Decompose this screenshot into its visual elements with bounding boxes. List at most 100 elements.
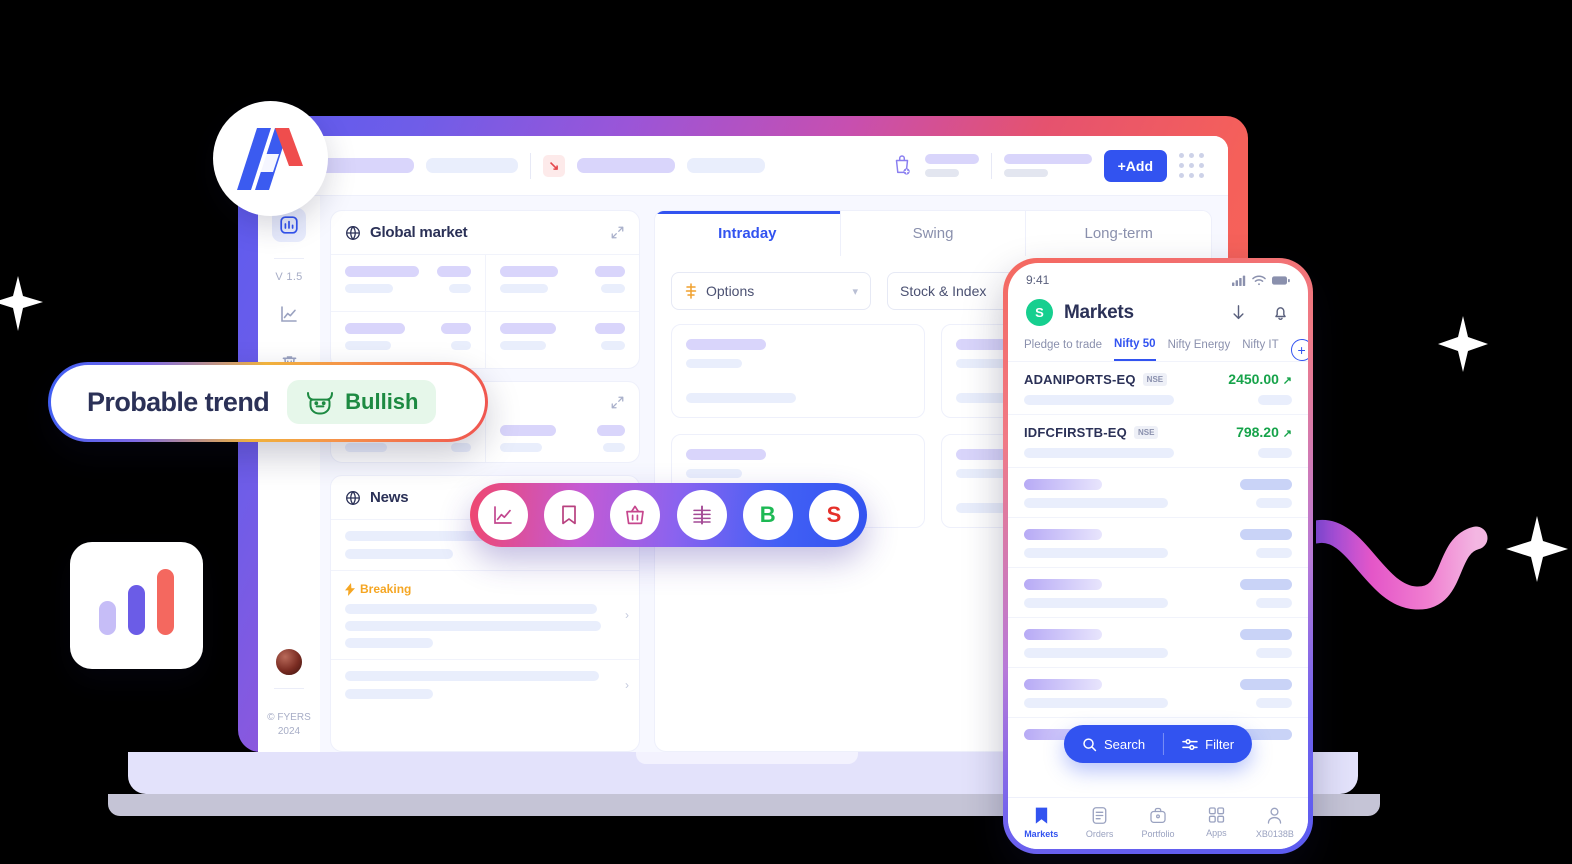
- tabbar-item-markets[interactable]: Markets: [1012, 806, 1070, 839]
- breaking-label: Breaking: [360, 582, 412, 596]
- version-label: V 1.5: [275, 271, 303, 283]
- grid-dots-icon[interactable]: [1179, 153, 1204, 178]
- hero-illustration: ↗ ↘: [0, 0, 1572, 864]
- list-item[interactable]: Breaking ›: [331, 570, 639, 659]
- filter-button[interactable]: Filter: [1164, 737, 1252, 752]
- table-row: [331, 254, 639, 311]
- download-arrow-icon[interactable]: [1229, 303, 1248, 322]
- brand-logo-badge: [213, 101, 328, 216]
- sidebar-footer: © FYERS 2024: [258, 648, 320, 738]
- toolbar-skeleton-2: [426, 158, 518, 173]
- bull-icon: [307, 391, 334, 414]
- phone-watchlist-tabs: Pledge to trade Nifty 50 Nifty Energy Ni…: [1008, 338, 1308, 361]
- toolbar-divider-2: [990, 152, 992, 179]
- tab-nifty-it[interactable]: Nifty IT: [1242, 339, 1278, 360]
- sparkle-right-upper-icon: [1438, 316, 1488, 372]
- tab-pledge-to-trade[interactable]: Pledge to trade: [1024, 339, 1102, 360]
- laptop-base-notch: [636, 752, 858, 764]
- quick-actions-pill: B S: [470, 483, 867, 547]
- toolbar-skeleton-1: [316, 158, 414, 173]
- sidebar-divider: [274, 258, 304, 259]
- signal-icon: [1232, 275, 1246, 286]
- strategy-card[interactable]: [671, 324, 925, 418]
- account-badge[interactable]: S: [1026, 299, 1053, 326]
- tabbar-item-portfolio[interactable]: Portfolio: [1129, 806, 1187, 839]
- options-icon: [685, 283, 697, 299]
- sell-button[interactable]: S: [808, 490, 859, 540]
- toolbar-stat-2: [1003, 154, 1092, 177]
- price-value: 2450.00 ↗: [1228, 371, 1292, 387]
- phone-tabbar: Markets Orders Portfolio Apps XB0138B: [1008, 797, 1308, 849]
- wifi-icon: [1252, 275, 1266, 285]
- user-icon: [1268, 807, 1282, 824]
- bookmark-icon[interactable]: [544, 490, 595, 540]
- basket-icon[interactable]: [610, 490, 661, 540]
- bar-2: [128, 585, 145, 635]
- bar-1: [99, 601, 116, 635]
- page-title: Markets: [1064, 301, 1134, 323]
- copyright-line-2: 2024: [277, 725, 301, 737]
- tab-intraday[interactable]: Intraday: [655, 211, 841, 256]
- toolbar-skeleton-3: [577, 158, 675, 173]
- list-item[interactable]: IDFCFIRSTB-EQ NSE 798.20 ↗: [1008, 414, 1308, 467]
- tab-swing[interactable]: Swing: [840, 211, 1027, 256]
- bar-3: [157, 569, 174, 635]
- grid-icon: [1208, 807, 1225, 823]
- buy-button[interactable]: B: [742, 490, 793, 540]
- expand-icon[interactable]: [610, 395, 625, 410]
- avatar[interactable]: [275, 648, 303, 676]
- arrow-down-right-icon: ↘: [543, 154, 565, 177]
- bookmark-icon: [1035, 807, 1047, 824]
- globe-icon: [346, 225, 360, 240]
- status-time: 9:41: [1026, 273, 1050, 287]
- options-dropdown[interactable]: Options ▾: [671, 272, 871, 310]
- toolbar-stat-1: [924, 154, 979, 177]
- toolbar-skeleton-4: [687, 158, 765, 173]
- plus-circle-icon[interactable]: +: [1290, 338, 1308, 361]
- search-button[interactable]: Search: [1064, 737, 1163, 752]
- sidebar-item-chart[interactable]: [272, 297, 306, 331]
- tabbar-item-apps[interactable]: Apps: [1187, 806, 1245, 839]
- phone-mockup: 9:41 S Markets Pledge to trade Nifty 50 …: [1003, 258, 1313, 854]
- global-market-title: Global market: [370, 224, 468, 241]
- chevron-down-icon: ▾: [852, 285, 858, 298]
- tab-long-term[interactable]: Long-term: [1026, 211, 1211, 256]
- strategy-tabs: Intraday Swing Long-term: [654, 210, 1212, 256]
- list-item[interactable]: ›: [331, 659, 639, 710]
- breaking-badge: Breaking: [345, 582, 625, 596]
- list-item[interactable]: [1008, 667, 1308, 717]
- basket-icon[interactable]: [891, 153, 913, 179]
- bell-icon[interactable]: [1271, 303, 1290, 322]
- briefcase-icon: [1150, 807, 1166, 823]
- probable-trend-value: Bullish: [345, 389, 419, 414]
- copyright-line-1: © FYERS: [267, 712, 311, 723]
- probable-trend-badge: Probable trend Bullish: [48, 362, 488, 442]
- chart-icon[interactable]: [478, 490, 528, 540]
- list-item[interactable]: [1008, 617, 1308, 667]
- tab-nifty-energy[interactable]: Nifty Energy: [1168, 339, 1231, 360]
- table-row: [331, 311, 639, 368]
- phone-header: S Markets: [1008, 289, 1308, 338]
- fyers-logo: [236, 127, 303, 190]
- bar-chart-icon-card: [70, 542, 203, 669]
- globe-icon: [346, 490, 360, 505]
- exchange-badge: NSE: [1142, 372, 1168, 386]
- tabbar-item-account[interactable]: XB0138B: [1246, 806, 1304, 839]
- tabbar-item-orders[interactable]: Orders: [1070, 806, 1128, 839]
- list-item[interactable]: ADANIPORTS-EQ NSE 2450.00 ↗: [1008, 361, 1308, 414]
- list-item[interactable]: [1008, 467, 1308, 517]
- phone-status-bar: 9:41: [1008, 263, 1308, 289]
- market-depth-icon[interactable]: [676, 490, 727, 540]
- filter-icon: [1182, 738, 1198, 750]
- tab-nifty-50[interactable]: Nifty 50: [1114, 338, 1156, 361]
- probable-trend-label: Probable trend: [87, 386, 270, 417]
- expand-icon[interactable]: [610, 225, 625, 240]
- global-market-card: Global market: [330, 210, 640, 369]
- phone-screen: 9:41 S Markets Pledge to trade Nifty 50 …: [1008, 263, 1308, 849]
- global-market-header: Global market: [331, 211, 639, 254]
- add-button[interactable]: +Add: [1103, 149, 1167, 182]
- news-title: News: [370, 489, 409, 506]
- list-item[interactable]: [1008, 567, 1308, 617]
- orders-icon: [1092, 807, 1107, 824]
- list-item[interactable]: [1008, 517, 1308, 567]
